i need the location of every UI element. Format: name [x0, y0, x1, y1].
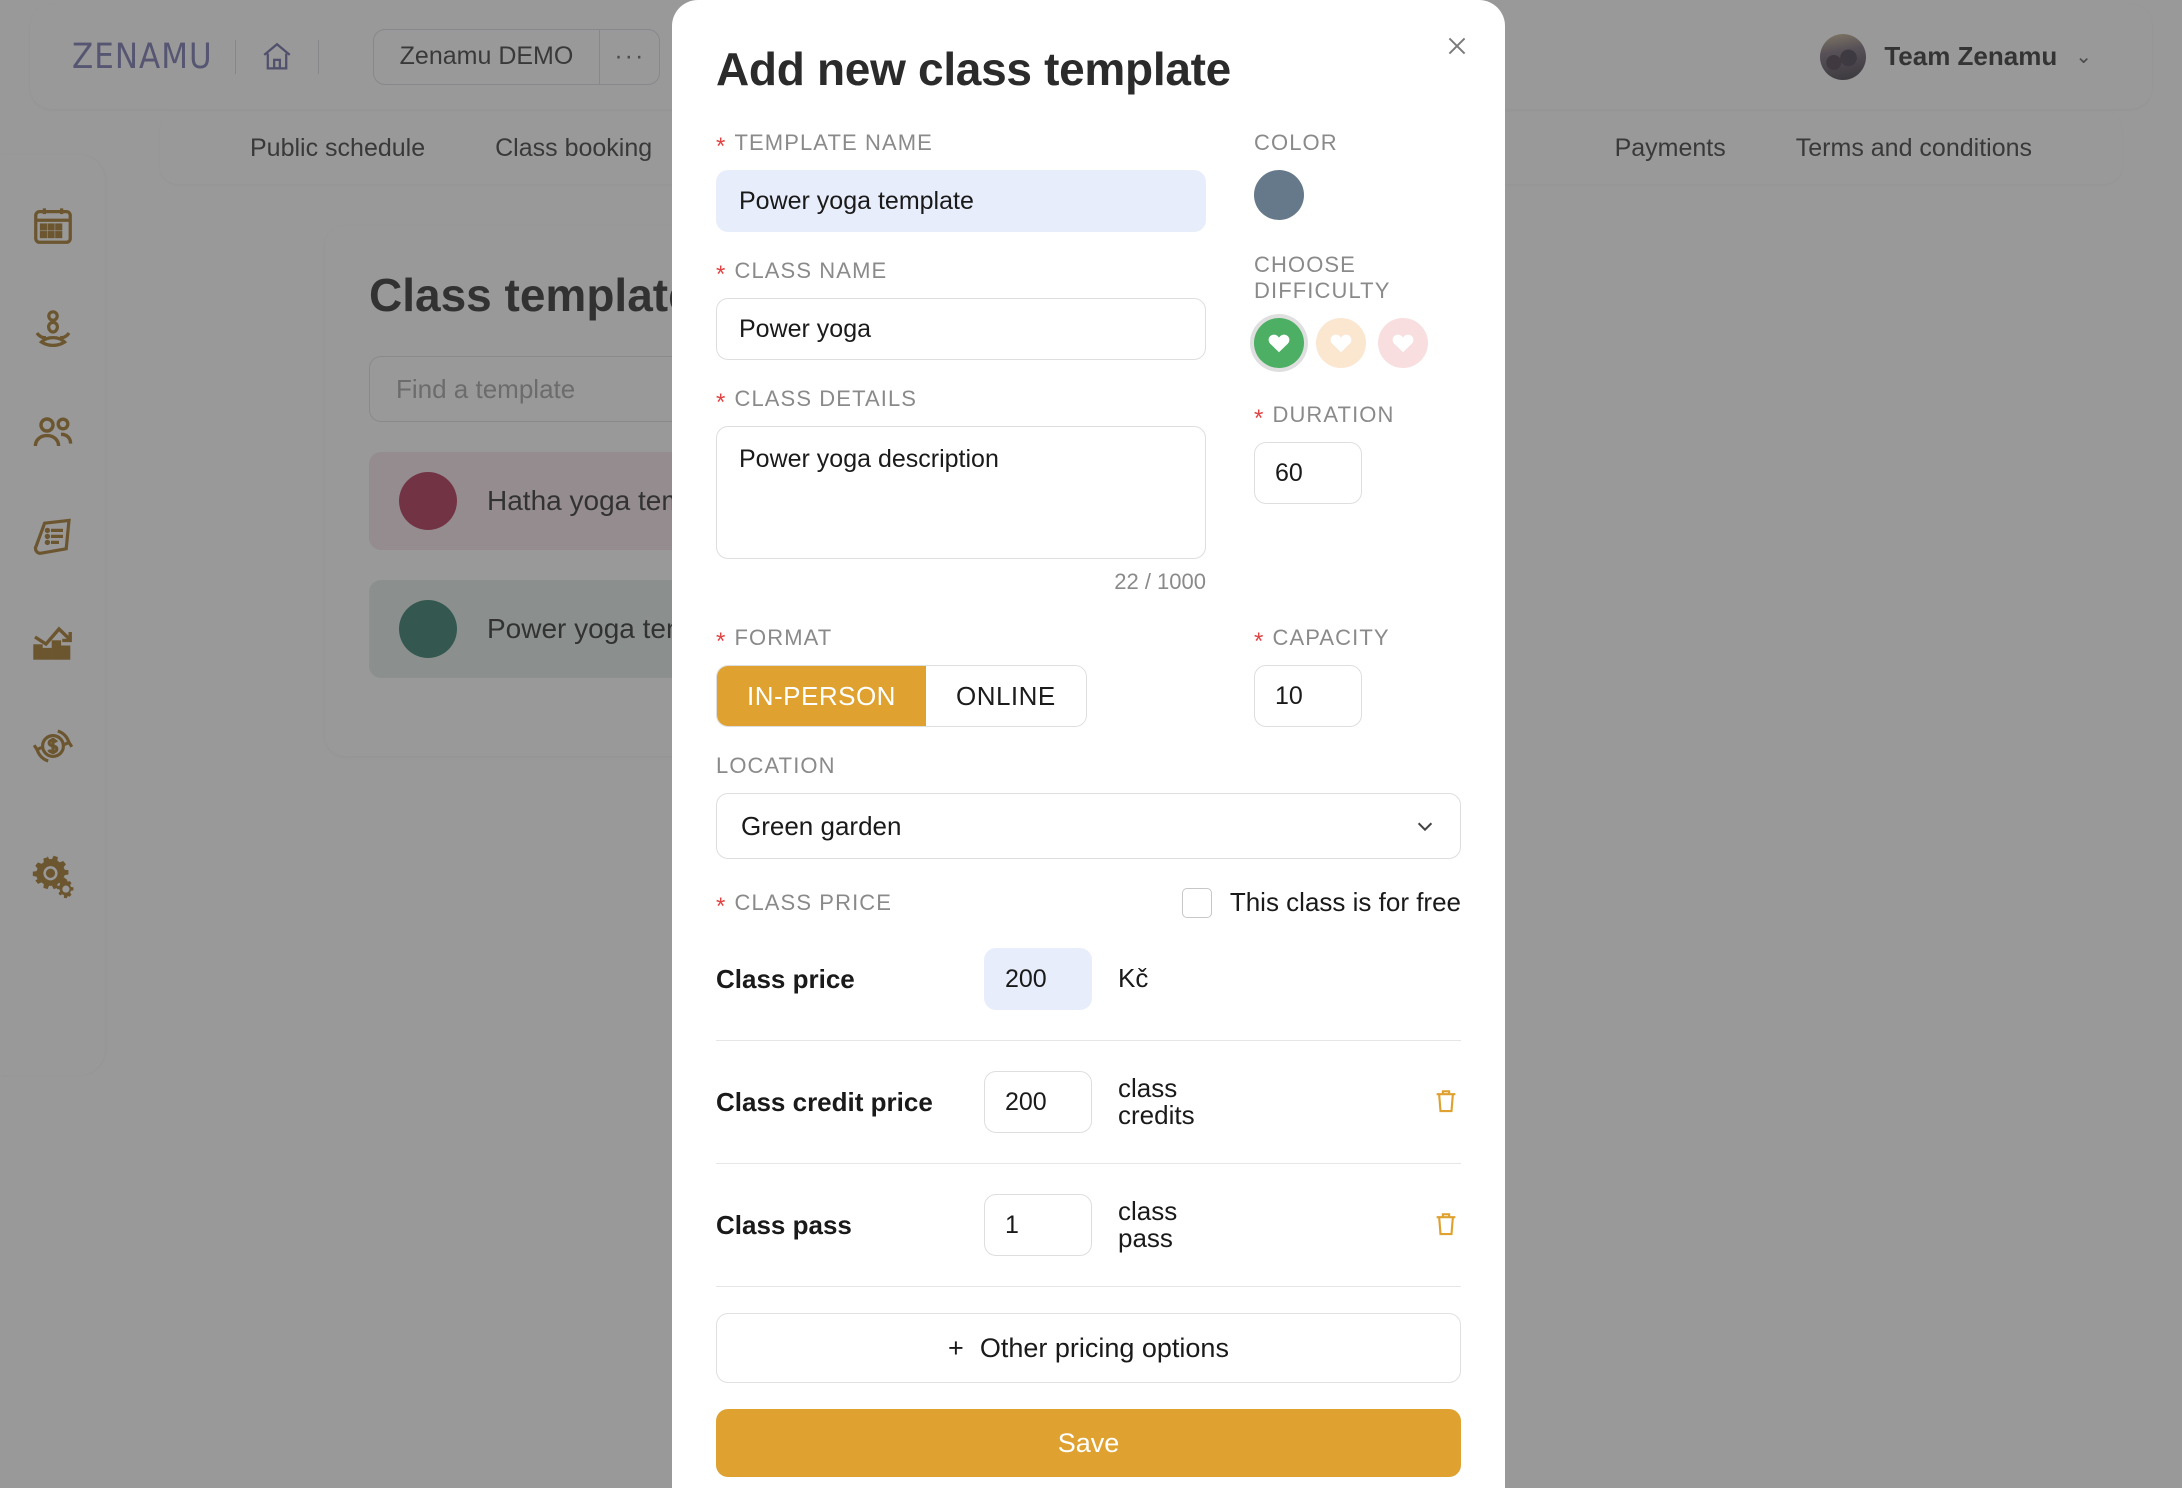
format-option-in-person[interactable]: IN-PERSON: [717, 666, 926, 726]
close-icon[interactable]: [1435, 24, 1479, 68]
format-option-online[interactable]: ONLINE: [925, 666, 1086, 726]
difficulty-option-medium[interactable]: [1316, 318, 1366, 368]
capacity-label: * CAPACITY: [1254, 625, 1390, 655]
modal-top-grid: * TEMPLATE NAME Power yoga template * CL…: [716, 130, 1461, 595]
location-select[interactable]: Green garden: [716, 793, 1461, 859]
color-swatch[interactable]: [1254, 170, 1304, 220]
right-fields-column: COLOR CHOOSE DIFFICULTY * DURATION 60: [1254, 130, 1461, 595]
duration-label: * DURATION: [1254, 402, 1395, 432]
difficulty-option-easy[interactable]: [1254, 318, 1304, 368]
modal-title: Add new class template: [716, 43, 1231, 95]
other-pricing-options-button[interactable]: + Other pricing options: [716, 1313, 1461, 1383]
location-value: Green garden: [741, 810, 902, 841]
duration-input[interactable]: 60: [1254, 442, 1362, 504]
save-button[interactable]: Save: [716, 1409, 1461, 1477]
delete-icon[interactable]: [1431, 1208, 1461, 1242]
price-row-unit: Kč: [1118, 963, 1149, 994]
capacity-group: * CAPACITY 10: [1254, 625, 1461, 727]
format-toggle: IN-PERSON ONLINE: [716, 665, 1087, 727]
table-row: Class price 200 Kč: [716, 918, 1461, 1041]
price-row-input[interactable]: 1: [984, 1194, 1092, 1256]
difficulty-label: CHOOSE DIFFICULTY: [1254, 252, 1391, 303]
other-pricing-label: Other pricing options: [979, 1332, 1229, 1363]
format-label: * FORMAT: [716, 625, 833, 655]
price-row-input[interactable]: 200: [984, 1071, 1092, 1133]
pricing-rows: Class price 200 Kč Class credit price 20…: [716, 918, 1461, 1287]
free-class-label: This class is for free: [1229, 887, 1461, 917]
delete-icon[interactable]: [1431, 1085, 1461, 1119]
price-row-unit: class pass: [1118, 1195, 1178, 1253]
plus-icon: +: [948, 1332, 964, 1363]
price-row-name: Class price: [716, 963, 855, 994]
difficulty-option-hard[interactable]: [1378, 318, 1428, 368]
add-class-template-modal: Add new class template * TEMPLATE NAME P…: [672, 0, 1505, 1488]
class-details-textarea[interactable]: Power yoga description: [716, 426, 1206, 559]
class-details-label: * CLASS DETAILS: [716, 386, 918, 416]
price-row-input[interactable]: 200: [984, 948, 1092, 1010]
table-row: Class credit price 200 class credits: [716, 1041, 1461, 1164]
template-name-input[interactable]: Power yoga template: [716, 170, 1206, 232]
free-class-checkbox[interactable]: [1181, 887, 1212, 918]
format-capacity-row: * FORMAT IN-PERSON ONLINE * CAPACITY 10: [716, 625, 1461, 727]
table-row: Class pass 1 class pass: [716, 1164, 1461, 1287]
class-name-input[interactable]: Power yoga: [716, 298, 1206, 360]
free-class-toggle[interactable]: This class is for free: [1181, 887, 1461, 918]
location-label: LOCATION: [716, 753, 836, 778]
character-counter: 22 / 1000: [1114, 569, 1206, 594]
format-group: * FORMAT IN-PERSON ONLINE: [716, 625, 1206, 727]
template-name-label: * TEMPLATE NAME: [716, 130, 933, 160]
class-name-label: * CLASS NAME: [716, 258, 888, 288]
price-row-name: Class credit price: [716, 1086, 933, 1117]
color-label: COLOR: [1254, 130, 1338, 155]
left-fields-column: * TEMPLATE NAME Power yoga template * CL…: [716, 130, 1206, 595]
chevron-down-icon[interactable]: [1414, 815, 1436, 837]
price-row-unit: class credits: [1118, 1072, 1195, 1130]
class-price-header: * CLASS PRICE This class is for free: [716, 887, 1461, 918]
difficulty-selector: [1254, 318, 1461, 368]
price-row-name: Class pass: [716, 1209, 852, 1240]
location-group: LOCATION Green garden: [716, 753, 1461, 859]
capacity-input[interactable]: 10: [1254, 665, 1362, 727]
class-price-label: * CLASS PRICE: [716, 889, 893, 920]
